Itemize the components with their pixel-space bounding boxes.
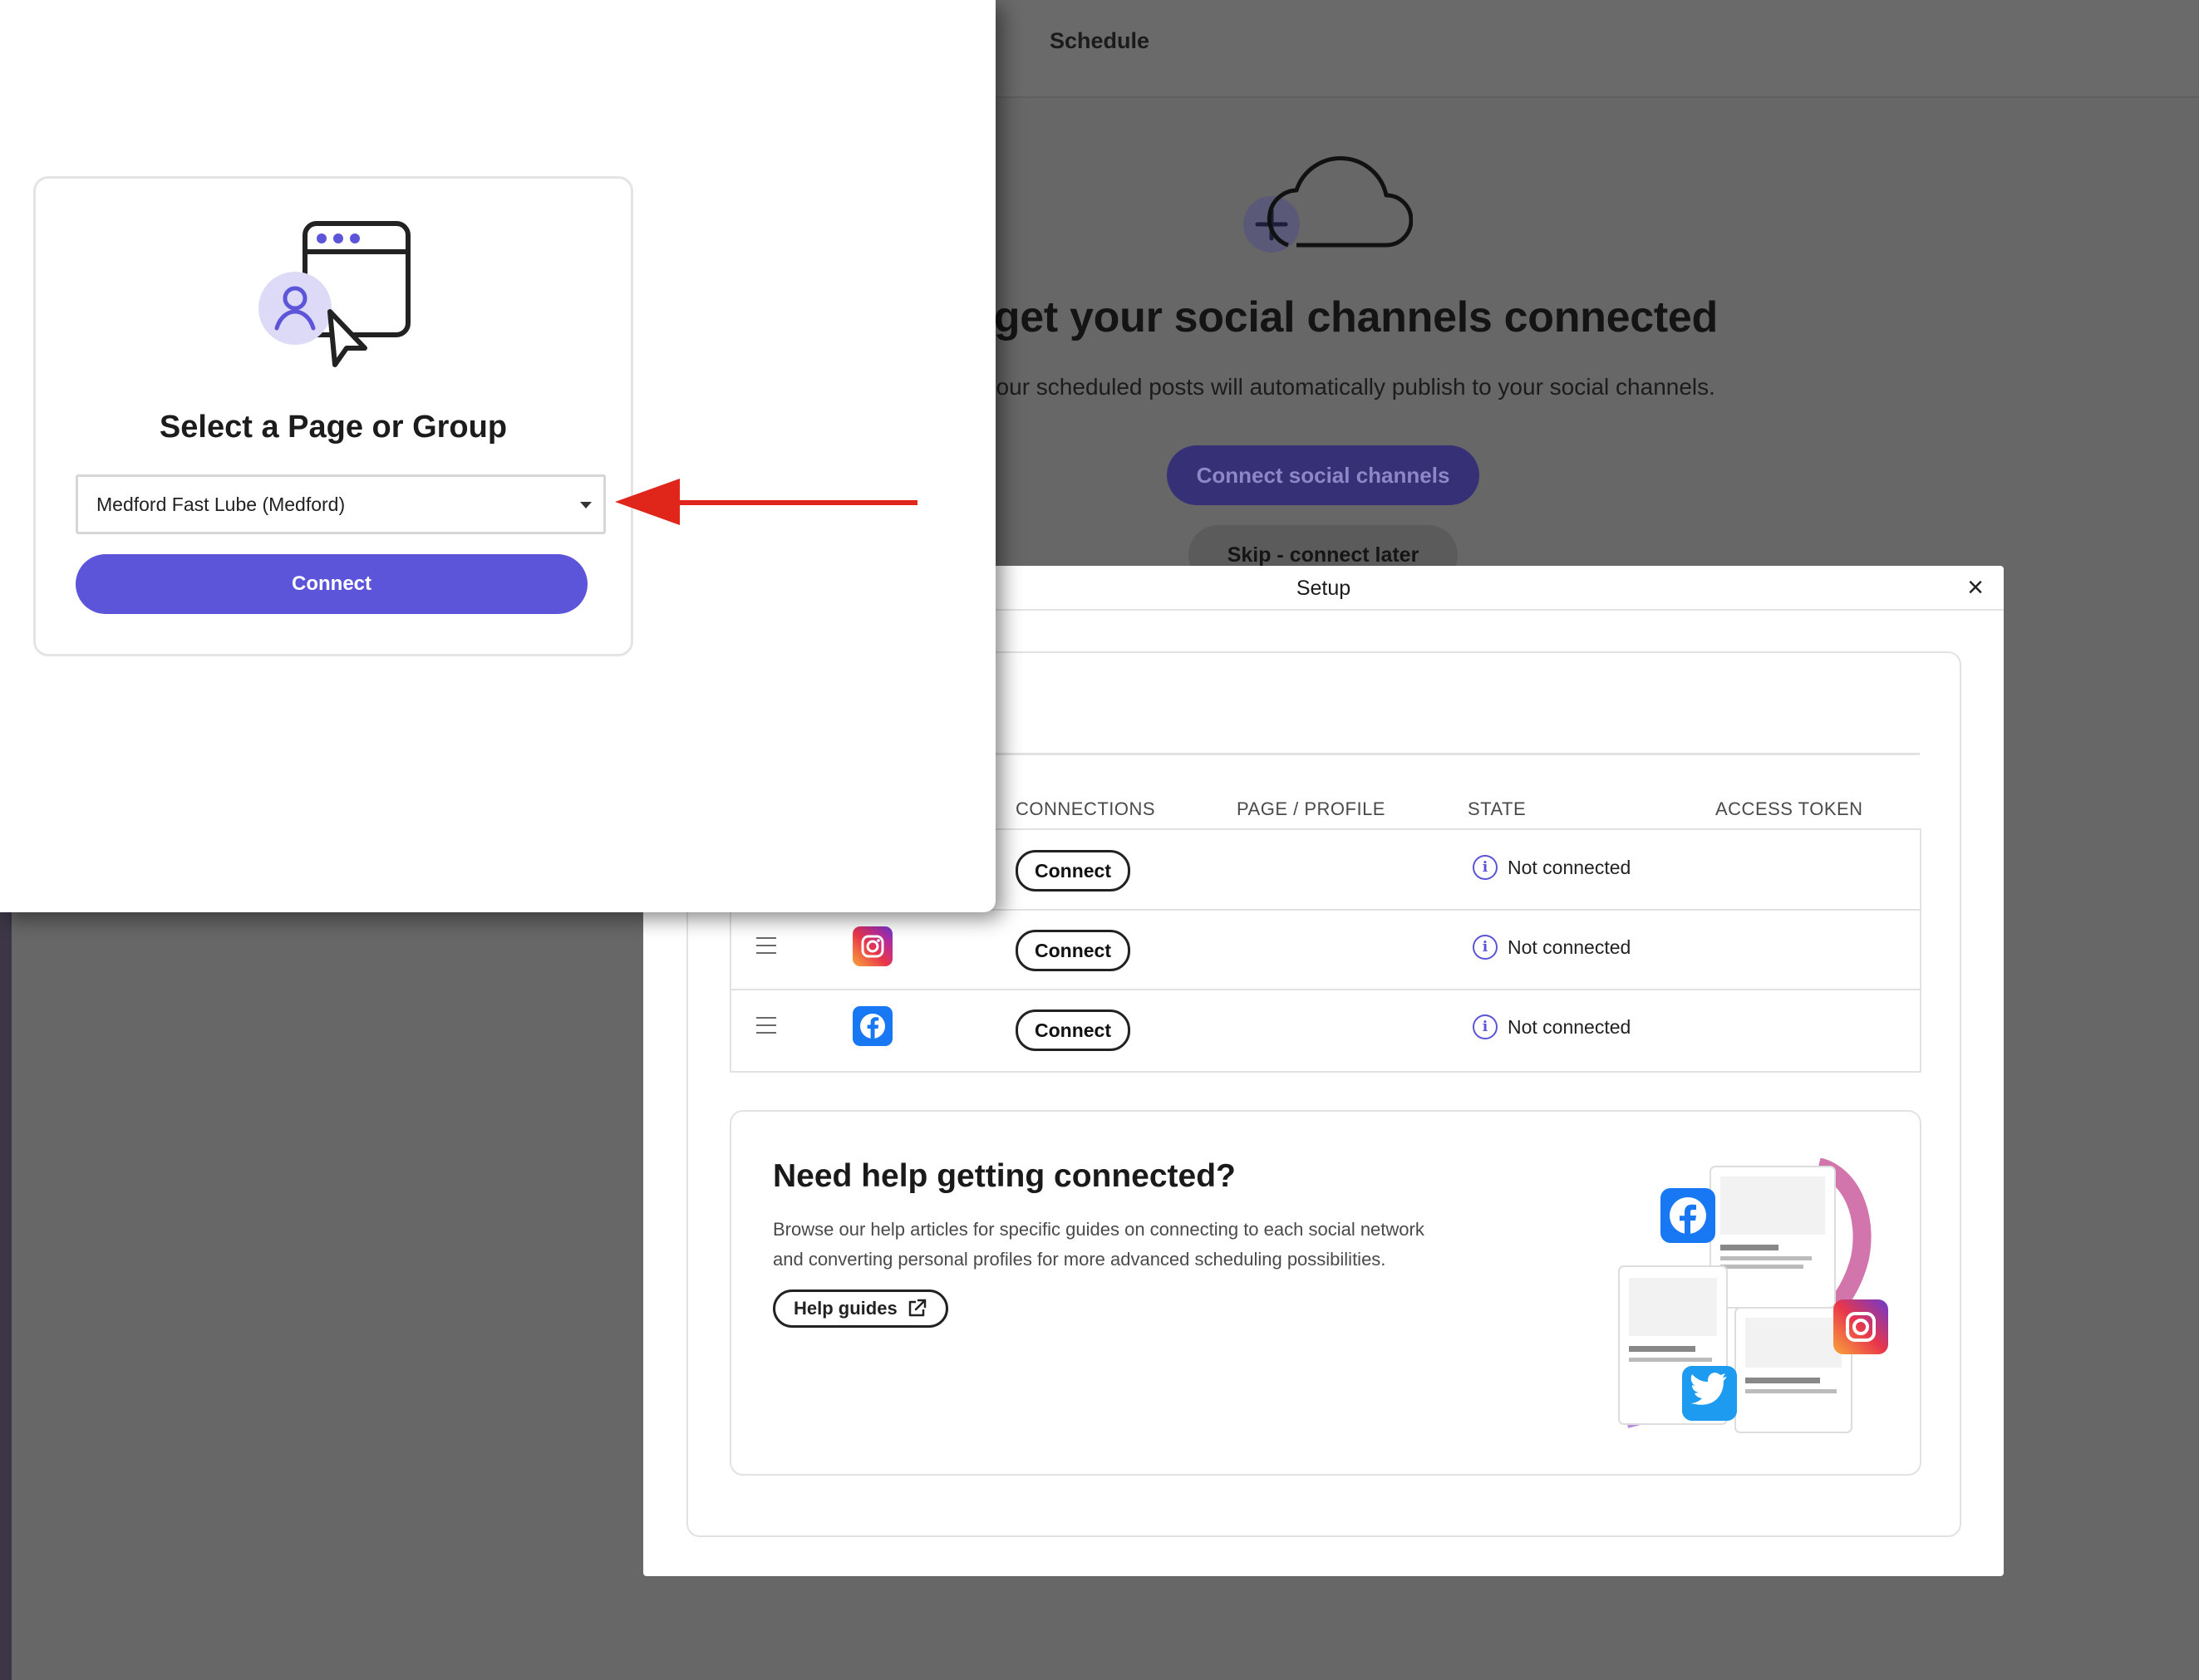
connect-button[interactable]: Connect <box>1016 930 1130 971</box>
onboarding-heading: s get your social channels connected <box>958 293 1718 341</box>
connection-state: i Not connected <box>1473 935 1631 960</box>
column-header-state: STATE <box>1468 798 1527 819</box>
help-guides-button[interactable]: Help guides <box>773 1289 948 1328</box>
connect-social-channels-button[interactable]: Connect social channels <box>1167 445 1479 505</box>
connection-state: i Not connected <box>1473 855 1631 880</box>
popup-connect-button[interactable]: Connect <box>76 554 588 614</box>
column-header-access-token: ACCESS TOKEN <box>1715 798 1863 819</box>
social-posts-illustration-icon <box>1618 1158 1888 1433</box>
select-page-title: Select a Page or Group <box>159 410 508 445</box>
browser-user-cursor-icon <box>258 221 411 367</box>
sidebar-strip <box>0 912 12 1680</box>
help-card: Need help getting connected? Browse our … <box>730 1110 1921 1476</box>
facebook-icon <box>853 1006 893 1046</box>
external-link-icon <box>908 1299 926 1317</box>
connect-button[interactable]: Connect <box>1016 1009 1130 1051</box>
select-page-card: Select a Page or Group Medford Fast Lube… <box>33 176 633 656</box>
help-title: Need help getting connected? <box>773 1158 1236 1194</box>
help-text: Browse our help articles for specific gu… <box>773 1219 1424 1270</box>
connect-button[interactable]: Connect <box>1016 850 1130 892</box>
state-label: Not connected <box>1508 1015 1631 1038</box>
red-arrow-annotation-icon <box>615 479 917 525</box>
state-label: Not connected <box>1508 856 1631 878</box>
column-header-connections: CONNECTIONS <box>1016 798 1156 819</box>
page-group-select[interactable]: Medford Fast Lube (Medford) <box>76 474 606 534</box>
cloud-plus-icon <box>1243 156 1413 253</box>
facebook-connect-popup: Select a Page or Group Medford Fast Lube… <box>0 0 996 912</box>
connection-state: i Not connected <box>1473 1014 1631 1039</box>
selected-page-value: Medford Fast Lube (Medford) <box>96 494 346 515</box>
info-icon: i <box>1473 935 1498 960</box>
info-icon: i <box>1473 1014 1498 1039</box>
table-row: Connect i Not connected <box>731 990 1920 1068</box>
drag-handle-icon[interactable] <box>756 1017 776 1037</box>
info-icon: i <box>1473 855 1498 880</box>
state-label: Not connected <box>1508 936 1631 958</box>
column-header-page-profile: PAGE / PROFILE <box>1237 798 1385 819</box>
help-guides-label: Help guides <box>794 1298 898 1319</box>
close-icon[interactable]: × <box>1962 573 1989 602</box>
drag-handle-icon[interactable] <box>756 937 776 957</box>
instagram-icon <box>853 926 893 966</box>
table-row: Connect i Not connected <box>731 910 1920 990</box>
caret-down-icon <box>580 502 592 508</box>
